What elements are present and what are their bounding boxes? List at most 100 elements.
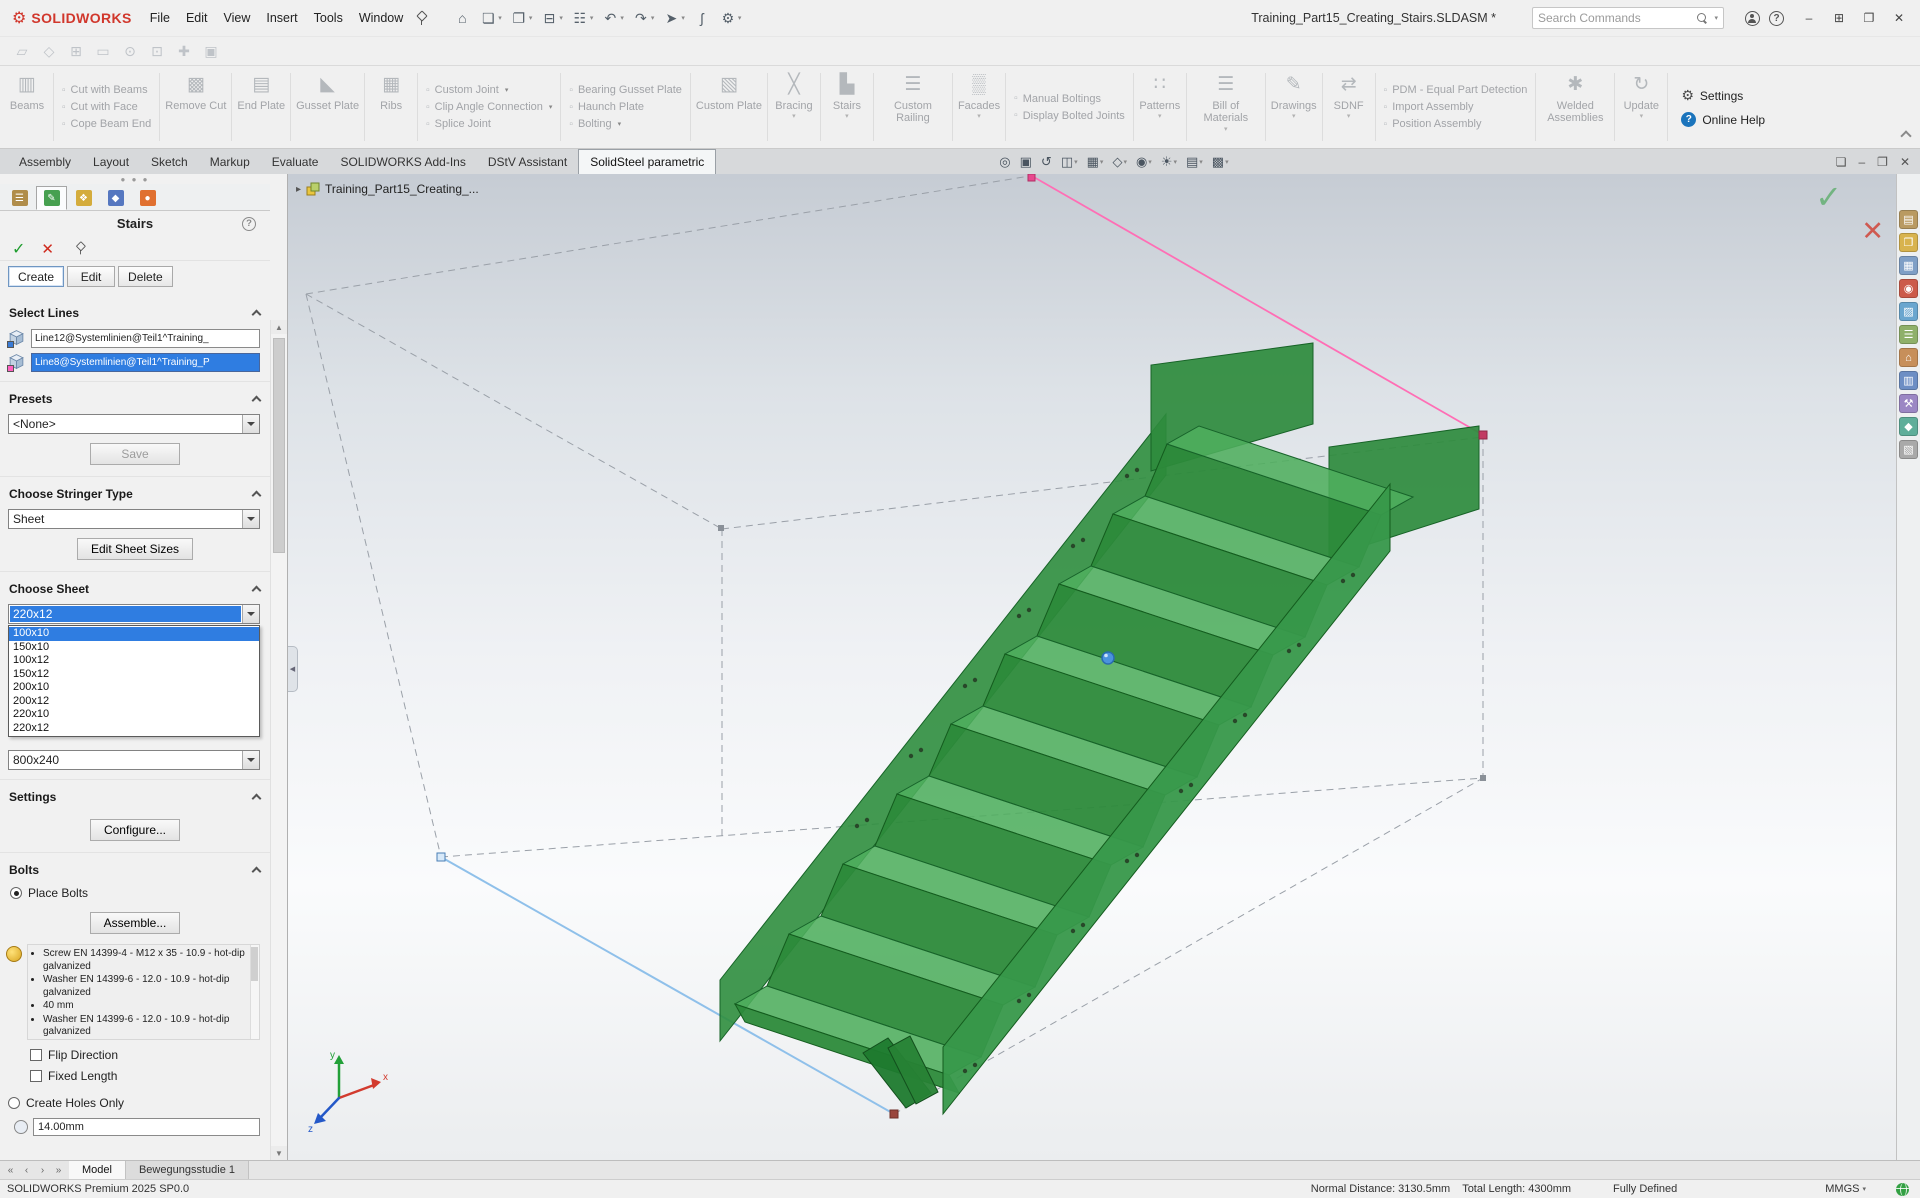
chevron-down-icon[interactable]: [242, 751, 259, 769]
dropdown-arrow-icon[interactable]: ▾: [498, 14, 502, 22]
dropdown-arrow-icon[interactable]: ▾: [1123, 158, 1127, 166]
ribbon-welded-assemblies-button[interactable]: ✱Welded Assemblies: [1537, 68, 1613, 146]
ribbon-gusset-plate-button[interactable]: ◣Gusset Plate: [292, 68, 363, 146]
graphics-viewport[interactable]: x y z ▸ Training_Part15_Creating_... ✓ ✕…: [288, 174, 1896, 1160]
sheet-nav-3[interactable]: ›: [35, 1165, 50, 1176]
print-button[interactable]: ☷▾: [567, 6, 598, 30]
sketch-tool-5-icon[interactable]: ⊙: [118, 40, 142, 63]
dropdown-arrow-icon[interactable]: ▾: [1148, 158, 1152, 166]
vertex-marker[interactable]: [718, 525, 724, 531]
select-button[interactable]: ➤▾: [658, 6, 689, 30]
ribbon-beams-button[interactable]: ▥Beams: [2, 68, 52, 146]
sheet-option-100x12[interactable]: 100x12: [9, 654, 259, 668]
menu-file[interactable]: File: [142, 7, 178, 29]
blue-line-start-marker[interactable]: [437, 853, 445, 861]
ribbon-import-assembly-button[interactable]: ▫Import Assembly: [1384, 101, 1528, 113]
custom-properties-icon[interactable]: ☰: [1899, 325, 1918, 344]
confirm-cancel-icon[interactable]: ✕: [1861, 216, 1884, 247]
ribbon-splice-joint-button[interactable]: ▫Splice Joint: [426, 118, 552, 130]
zoom-area-button[interactable]: ▣: [1017, 154, 1035, 170]
place-bolts-radio[interactable]: [10, 887, 22, 899]
sheet-option-200x12[interactable]: 200x12: [9, 695, 259, 709]
sheet-tab-bewegungsstudie-1[interactable]: Bewegungsstudie 1: [126, 1161, 249, 1179]
dropdown-arrow-icon[interactable]: ▾: [1173, 158, 1177, 166]
ribbon-bearing-gusset-plate-button[interactable]: ▫Bearing Gusset Plate: [569, 84, 682, 96]
menu-pin-icon[interactable]: [415, 11, 427, 26]
flip-direction-checkbox[interactable]: [30, 1049, 42, 1061]
sketch-tool-6-icon[interactable]: ⊡: [145, 40, 169, 63]
line-selection-input-1[interactable]: Line12@Systemlinien@Teil1^Training_: [31, 329, 260, 348]
tab-evaluate[interactable]: Evaluate: [261, 149, 330, 174]
ribbon-facades-button[interactable]: ▒Facades▾: [954, 68, 1004, 146]
sheet-option-220x10[interactable]: 220x10: [9, 708, 259, 722]
doc-minimize-button[interactable]: –: [1858, 155, 1865, 169]
home-button[interactable]: ⌂: [449, 6, 475, 30]
ribbon-custom-joint-button[interactable]: ▫Custom Joint▾: [426, 84, 552, 96]
dropdown-arrow-icon[interactable]: ▾: [1074, 158, 1078, 166]
ribbon-update-button[interactable]: ↻Update▾: [1616, 68, 1666, 146]
solidworks-resources-icon[interactable]: ⌂: [1899, 348, 1918, 367]
panel-collapse-handle[interactable]: ◀: [288, 646, 298, 692]
pdm-vault-icon[interactable]: ▥: [1899, 371, 1918, 390]
bolt-list-scrollbar[interactable]: [250, 945, 259, 1039]
ribbon-position-assembly-button[interactable]: ▫Position Assembly: [1384, 118, 1528, 130]
zoom-fit-button[interactable]: ◎: [996, 154, 1013, 170]
choose-sheet-dropdown[interactable]: 220x12: [8, 604, 260, 624]
displaymanager-tab[interactable]: ●: [132, 186, 163, 210]
section-view-button[interactable]: ◫▾: [1058, 154, 1081, 170]
new-document-button[interactable]: ❏▾: [475, 6, 506, 30]
view-settings-button[interactable]: ▩▾: [1209, 154, 1232, 170]
ribbon-custom-plate-button[interactable]: ▧Custom Plate: [692, 68, 766, 146]
ribbon-cope-beam-end-button[interactable]: ▫Cope Beam End: [62, 118, 151, 130]
ribbon-drawings-button[interactable]: ✎Drawings▾: [1267, 68, 1321, 146]
appearances-icon[interactable]: ◉: [1899, 279, 1918, 298]
ribbon-display-bolted-joints-button[interactable]: ▫Display Bolted Joints: [1014, 110, 1125, 122]
dropdown-arrow-icon[interactable]: ▾: [590, 14, 594, 22]
scroll-down-icon[interactable]: ▼: [271, 1146, 287, 1160]
pink-line-end-marker[interactable]: [1479, 431, 1487, 439]
dropdown-arrow-icon[interactable]: ▾: [1225, 158, 1229, 166]
ribbon-end-plate-button[interactable]: ▤End Plate: [233, 68, 289, 146]
search-icon[interactable]: [1697, 13, 1708, 24]
save-button[interactable]: ⊟▾: [536, 6, 567, 30]
save-button[interactable]: Save: [90, 443, 180, 465]
tab-solidsteel-parametric[interactable]: SolidSteel parametric: [578, 149, 716, 174]
dropdown-arrow-icon[interactable]: ▾: [1100, 158, 1104, 166]
scrollbar-thumb[interactable]: [273, 338, 285, 553]
create-holes-only-row[interactable]: Create Holes Only: [0, 1093, 270, 1113]
minimize-button[interactable]: –: [1794, 5, 1824, 31]
redo-button[interactable]: ↷▾: [628, 6, 659, 30]
restore-button[interactable]: ❐: [1854, 5, 1884, 31]
tab-solidworks-add-ins[interactable]: SOLIDWORKS Add-Ins: [329, 149, 476, 174]
scenes-icon[interactable]: ▨: [1899, 302, 1918, 321]
chevron-down-icon[interactable]: [242, 605, 259, 623]
sketch-tool-8-icon[interactable]: ▣: [199, 40, 223, 63]
ribbon-remove-cut-button[interactable]: ▩Remove Cut: [161, 68, 230, 146]
cancel-button[interactable]: ✕: [41, 240, 54, 258]
hide-show-items-button[interactable]: ◉▾: [1133, 154, 1155, 170]
dropdown-arrow-icon[interactable]: ▾: [738, 14, 742, 22]
workspace-button[interactable]: ⊞: [1824, 5, 1854, 31]
ribbon-bracing-button[interactable]: ╳Bracing▾: [769, 68, 819, 146]
scroll-up-icon[interactable]: ▲: [271, 320, 287, 334]
menu-tools[interactable]: Tools: [306, 7, 351, 29]
panel-scrollbar[interactable]: ▲ ▼: [270, 320, 287, 1160]
attachment-button[interactable]: ʃ: [689, 6, 715, 30]
featuremanager-tree-tab[interactable]: ☰: [4, 186, 35, 210]
ribbon-patterns-button[interactable]: ∷Patterns▾: [1135, 68, 1185, 146]
user-account-icon[interactable]: [1745, 11, 1760, 26]
online-help-button[interactable]: ? Online Help: [1681, 112, 1765, 127]
sheet-option-200x10[interactable]: 200x10: [9, 681, 259, 695]
bolt-stack-list[interactable]: Screw EN 14399-4 - M12 x 35 - 10.9 - hot…: [27, 944, 260, 1040]
place-bolts-radio-row[interactable]: Place Bolts: [0, 883, 270, 903]
keep-visible-pin-icon[interactable]: [75, 242, 86, 256]
sheet-nav-1[interactable]: «: [3, 1165, 18, 1176]
previous-view-button[interactable]: ↺: [1038, 154, 1055, 170]
stringer-type-header[interactable]: Choose Stringer Type: [0, 477, 270, 507]
sketch-tool-1-icon[interactable]: ▱: [10, 40, 34, 63]
panel-grip[interactable]: ● ● ●: [0, 174, 270, 184]
mode-tab-delete[interactable]: Delete: [118, 266, 173, 287]
ribbon-bill-of-materials-button[interactable]: ☰Bill of Materials▾: [1188, 68, 1264, 146]
dropdown-arrow-icon[interactable]: ▾: [1199, 158, 1203, 166]
create-holes-only-radio[interactable]: [8, 1097, 20, 1109]
